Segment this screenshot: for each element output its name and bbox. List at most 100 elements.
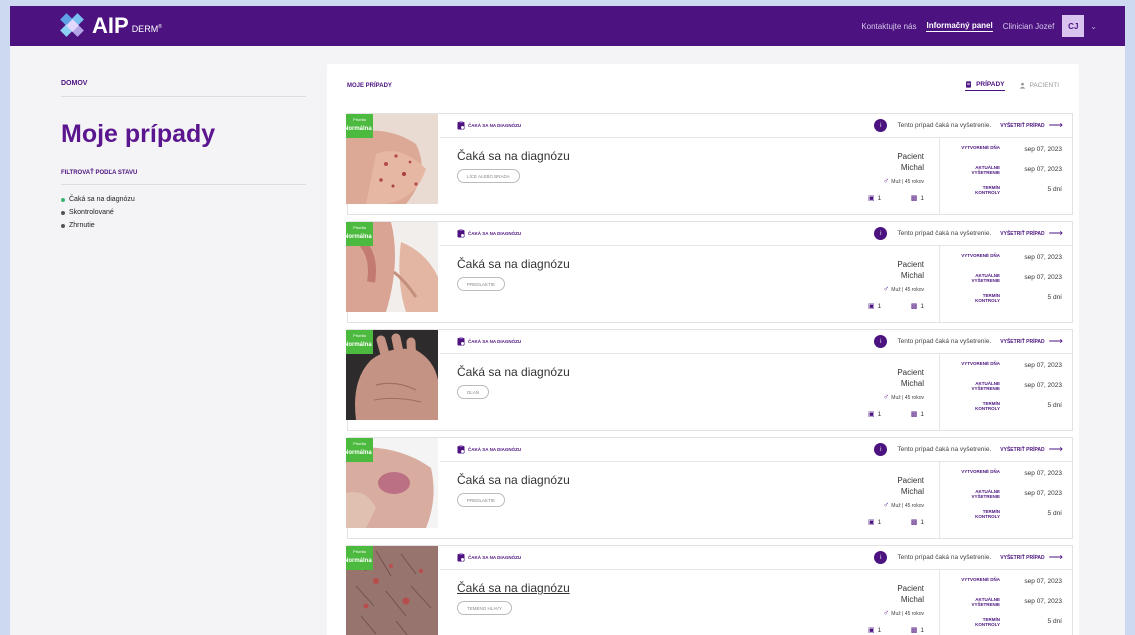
bullet-icon bbox=[61, 223, 65, 228]
case-counts: ▣ 1 ▩ 1 bbox=[868, 302, 924, 310]
current-exam-date: sep 07, 2023 bbox=[1024, 166, 1062, 173]
status-label: ČAKÁ SA NA DIAGNÓZU bbox=[468, 447, 522, 452]
case-status-row: ČAKÁ SA NA DIAGNÓZU i Tento prípad čaká … bbox=[440, 114, 1072, 138]
nav-user-name[interactable]: Clinician Jozef bbox=[1003, 22, 1055, 31]
info-icon: i bbox=[874, 443, 888, 456]
status-label: ČAKÁ SA NA DIAGNÓZU bbox=[468, 339, 522, 344]
followup-value: 5 dní bbox=[1047, 618, 1062, 625]
priority-badge: Priorita Normálna bbox=[344, 114, 373, 138]
case-title[interactable]: Čaká sa na diagnózu bbox=[457, 473, 570, 487]
created-label: VYTVORENÉ DŇA bbox=[961, 361, 1000, 366]
filter-summary[interactable]: Zhrnutie bbox=[61, 219, 306, 232]
patient-meta: ♂ Muž | 45 rokov bbox=[883, 176, 924, 185]
avatar[interactable]: CJ bbox=[1062, 15, 1085, 37]
lesion-count: ▣ 1 bbox=[868, 195, 882, 202]
followup-value: 5 dní bbox=[1047, 294, 1062, 301]
status-label: ČAKÁ SA NA DIAGNÓZU bbox=[468, 555, 522, 560]
nav-dashboard[interactable]: Informačný panel bbox=[926, 21, 993, 32]
patient-meta: ♂ Muž | 45 rokov bbox=[883, 608, 924, 617]
examine-case-button[interactable]: VYŠETRIŤ PRÍPAD bbox=[1000, 339, 1044, 345]
case-dates: VYTVORENÉ DŇA sep 07, 2023 AKTUÁLNE VYŠET… bbox=[958, 361, 1062, 421]
nav-contact[interactable]: Kontaktujte nás bbox=[861, 22, 916, 31]
examine-case-button[interactable]: VYŠETRIŤ PRÍPAD bbox=[1000, 555, 1044, 561]
panel-header: MOJE PRÍPADY PRÍPADY PACIENTI bbox=[347, 81, 1059, 95]
case-title[interactable]: Čaká sa na diagnózu bbox=[457, 257, 570, 271]
image-count: ▩ 1 bbox=[910, 195, 924, 202]
arrow-right-icon[interactable]: ⟶ bbox=[1049, 444, 1063, 455]
lesion-count: ▣ 1 bbox=[868, 303, 882, 310]
person-icon bbox=[1019, 82, 1025, 89]
examine-case-button[interactable]: VYŠETRIŤ PRÍPAD bbox=[1000, 123, 1044, 129]
status-message: Tento prípad čaká na vyšetrenie. bbox=[897, 338, 992, 345]
patient-name[interactable]: Pacient Michal bbox=[848, 151, 924, 173]
clipboard-icon bbox=[457, 337, 465, 346]
case-title[interactable]: Čaká sa na diagnózu bbox=[457, 365, 570, 379]
chevron-down-icon[interactable]: ⌄ bbox=[1090, 22, 1097, 31]
current-exam-label: AKTUÁLNE VYŠETRENIE bbox=[971, 273, 1000, 283]
filter-awaiting-diagnosis[interactable]: Čaká sa na diagnózu bbox=[61, 193, 306, 206]
created-date: sep 07, 2023 bbox=[1024, 470, 1062, 477]
case-dates: VYTVORENÉ DŇA sep 07, 2023 AKTUÁLNE VYŠET… bbox=[958, 577, 1062, 635]
status-message: Tento prípad čaká na vyšetrenie. bbox=[897, 554, 992, 561]
case-title[interactable]: Čaká sa na diagnózu bbox=[457, 581, 570, 595]
panel-title: MOJE PRÍPADY bbox=[347, 83, 392, 89]
followup-label: TERMÍN KONTROLY bbox=[975, 509, 1000, 519]
arrow-right-icon[interactable]: ⟶ bbox=[1049, 336, 1063, 347]
priority-badge: Priorita Normálna bbox=[344, 546, 373, 570]
case-title[interactable]: Čaká sa na diagnózu bbox=[457, 149, 570, 163]
patient-name[interactable]: Pacient Michal bbox=[848, 583, 924, 605]
document-icon bbox=[966, 81, 972, 88]
focus-icon: ▣ bbox=[868, 303, 875, 310]
focus-icon: ▣ bbox=[868, 411, 875, 418]
arrow-right-icon[interactable]: ⟶ bbox=[1049, 228, 1063, 239]
created-date: sep 07, 2023 bbox=[1024, 578, 1062, 585]
case-status-row: ČAKÁ SA NA DIAGNÓZU i Tento prípad čaká … bbox=[440, 438, 1072, 462]
case-dates: VYTVORENÉ DŇA sep 07, 2023 AKTUÁLNE VYŠET… bbox=[958, 145, 1062, 205]
image-count: ▩ 1 bbox=[910, 303, 924, 310]
info-icon: i bbox=[874, 551, 888, 564]
examine-case-button[interactable]: VYŠETRIŤ PRÍPAD bbox=[1000, 447, 1044, 453]
status-message: Tento prípad čaká na vyšetrenie. bbox=[897, 230, 992, 237]
case-card[interactable]: Priorita Normálna ČAKÁ SA NA DIAGNÓZU i … bbox=[344, 221, 1073, 323]
patient-name[interactable]: Pacient Michal bbox=[848, 475, 924, 497]
arrow-right-icon[interactable]: ⟶ bbox=[1049, 552, 1063, 563]
patient-name[interactable]: Pacient Michal bbox=[848, 259, 924, 281]
body-location-tag: PREDLAKTIE bbox=[457, 277, 506, 291]
status-filter-list: Čaká sa na diagnózu Skontrolované Zhrnut… bbox=[61, 193, 306, 232]
body-location-tag: TEMENO HLAVY bbox=[457, 601, 512, 615]
view-tabs: PRÍPADY PACIENTI bbox=[951, 81, 1059, 91]
logo-text: AIP bbox=[92, 13, 129, 38]
images-icon: ▩ bbox=[910, 519, 918, 526]
tab-patients[interactable]: PACIENTI bbox=[1019, 81, 1059, 91]
divider bbox=[939, 462, 940, 538]
followup-label: TERMÍN KONTROLY bbox=[975, 293, 1000, 303]
followup-value: 5 dní bbox=[1047, 402, 1062, 409]
created-date: sep 07, 2023 bbox=[1024, 362, 1062, 369]
status-label: ČAKÁ SA NA DIAGNÓZU bbox=[468, 231, 522, 236]
case-status-row: ČAKÁ SA NA DIAGNÓZU i Tento prípad čaká … bbox=[440, 222, 1072, 246]
case-card[interactable]: Priorita Normálna ČAKÁ SA NA DIAGNÓZU i … bbox=[344, 545, 1073, 635]
page-title: Moje prípady bbox=[61, 120, 216, 148]
info-icon: i bbox=[874, 335, 888, 348]
arrow-right-icon[interactable]: ⟶ bbox=[1049, 120, 1063, 131]
bullet-icon bbox=[61, 210, 65, 215]
bullet-icon bbox=[61, 197, 65, 202]
case-card[interactable]: Priorita Normálna ČAKÁ SA NA DIAGNÓZU i … bbox=[344, 113, 1073, 215]
examine-case-button[interactable]: VYŠETRIŤ PRÍPAD bbox=[1000, 231, 1044, 237]
priority-badge: Priorita Normálna bbox=[344, 438, 373, 462]
logo[interactable]: AIP DERM® bbox=[60, 10, 162, 42]
case-card[interactable]: Priorita Normálna ČAKÁ SA NA DIAGNÓZU i … bbox=[344, 329, 1073, 431]
filter-reviewed[interactable]: Skontrolované bbox=[61, 206, 306, 219]
created-label: VYTVORENÉ DŇA bbox=[961, 253, 1000, 258]
patient-name[interactable]: Pacient Michal bbox=[848, 367, 924, 389]
status-message: Tento prípad čaká na vyšetrenie. bbox=[897, 446, 992, 453]
tab-cases[interactable]: PRÍPADY bbox=[965, 81, 1005, 91]
lesion-count: ▣ 1 bbox=[868, 627, 882, 634]
image-count: ▩ 1 bbox=[910, 519, 924, 526]
breadcrumb[interactable]: DOMOV bbox=[61, 80, 306, 97]
images-icon: ▩ bbox=[910, 627, 918, 634]
case-card[interactable]: Priorita Normálna ČAKÁ SA NA DIAGNÓZU i … bbox=[344, 437, 1073, 539]
top-nav: Kontaktujte nás Informačný panel Clinici… bbox=[851, 6, 1097, 46]
case-status-row: ČAKÁ SA NA DIAGNÓZU i Tento prípad čaká … bbox=[440, 330, 1072, 354]
image-count: ▩ 1 bbox=[910, 411, 924, 418]
